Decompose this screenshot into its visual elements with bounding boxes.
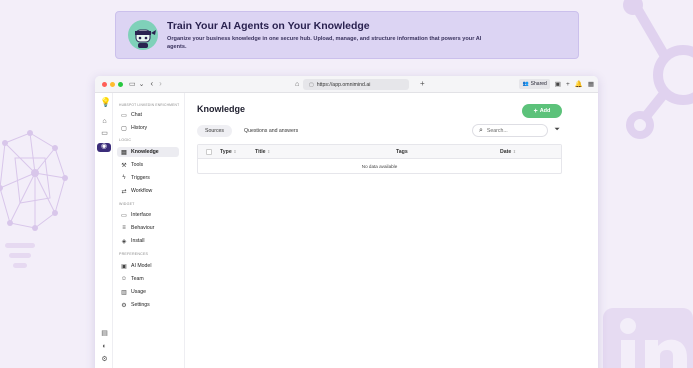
chip-icon: ▣ [121, 263, 127, 270]
flow-icon: ⇄ [121, 188, 127, 195]
main-content: Knowledge + Add Sources Questions and an… [185, 93, 598, 368]
agents-icon[interactable]: ⌂ [100, 118, 109, 126]
workspace-name: HUBSPOT LINKEDIN ENRICHMENT [119, 103, 180, 107]
inbox-icon[interactable]: ▭ [100, 130, 109, 138]
banner-title: Train Your AI Agents on Your Knowledge [167, 19, 370, 32]
add-button-label: Add [539, 108, 551, 114]
brain-network-illustration [0, 130, 68, 268]
tabs: Sources Questions and answers [197, 125, 306, 137]
sort-icon: ⇕ [512, 149, 517, 154]
sidebar: HUBSPOT LINKEDIN ENRICHMENT ▭ Chat ▢ Histo… [113, 93, 185, 368]
new-tab-icon[interactable]: + [420, 80, 425, 88]
sidebar-item-tools[interactable]: ⚒ Tools [117, 160, 179, 170]
url-text: https://app.omnimind.ai [316, 81, 371, 88]
sidebar-item-settings[interactable]: ⚙ Settings [117, 300, 179, 310]
sidebar-item-chat[interactable]: ▭ Chat [117, 110, 179, 120]
account-settings-icon[interactable]: ⚙ [100, 356, 109, 364]
tab-dropdown-icon[interactable]: ⌄ [139, 81, 145, 88]
sidebar-item-team[interactable]: ☺ Team [117, 274, 179, 284]
browser-titlebar: ▭ ⌄ ‹ › ⌂ ▢ https://app.omnimind.ai + 👥 … [95, 76, 598, 93]
filter-icon[interactable]: ⏷ [554, 126, 560, 134]
book-icon: ▤ [121, 149, 127, 156]
section-logic-title: LOGIC [119, 138, 132, 142]
chart-icon: ▥ [121, 289, 127, 296]
sidebar-toggle-icon[interactable]: ▭ [129, 81, 136, 88]
empty-state-text: No data available [361, 163, 398, 169]
home-icon[interactable]: ⌂ [295, 81, 299, 88]
column-type[interactable]: Type ⇕ [220, 149, 237, 155]
shared-button[interactable]: 👥 Shared [519, 79, 550, 89]
hubspot-logo-illustration [623, 0, 693, 139]
tabs-overview-icon[interactable]: ▦ [588, 80, 594, 88]
back-icon[interactable]: ‹ [151, 80, 154, 88]
sidebar-item-workflow[interactable]: ⇄ Workflow [117, 186, 179, 196]
column-title[interactable]: Title ⇕ [255, 149, 270, 155]
sidebar-item-interface[interactable]: ▭ Interface [117, 210, 179, 220]
section-preferences-title: PREFERENCES [119, 252, 149, 256]
history-icon: ▢ [121, 125, 127, 132]
window-icon: ▭ [121, 212, 127, 219]
sidebar-item-install[interactable]: ◈ Install [117, 236, 179, 246]
search-box[interactable]: ⌕ Search... [472, 124, 548, 137]
section-widget-title: WIDGET [119, 202, 135, 206]
cube-icon: ◈ [121, 238, 127, 245]
add-button[interactable]: + Add [522, 104, 562, 118]
lightning-icon: ϟ [122, 175, 126, 181]
sidebar-item-ai-model[interactable]: ▣ AI Model [117, 261, 179, 271]
column-tags: Tags [396, 149, 408, 155]
linkedin-logo-illustration [603, 308, 693, 368]
robot-ninja-icon [128, 20, 158, 50]
banner-subtitle: Organize your business knowledge in one … [167, 35, 482, 50]
wrench-icon: ⚒ [121, 162, 127, 169]
people-icon: 👥 [522, 81, 529, 87]
minimize-window-button[interactable] [110, 81, 115, 87]
headset-icon[interactable]: ◐ [100, 343, 109, 351]
sidebar-item-triggers[interactable]: ϟ Triggers [117, 173, 179, 183]
gift-icon[interactable]: ▤ [100, 330, 109, 338]
shared-label: Shared [530, 81, 547, 87]
sidebar-item-knowledge[interactable]: ▤ Knowledge [117, 147, 179, 157]
chat-bubble-icon: ▭ [121, 112, 127, 119]
page-title: Knowledge [197, 104, 246, 114]
sort-icon: ⇕ [233, 149, 237, 154]
site-info-icon: ▢ [309, 81, 314, 88]
column-date[interactable]: Date ⇕ [500, 149, 516, 155]
sliders-icon: ≡ [122, 225, 126, 231]
promo-banner: Train Your AI Agents on Your Knowledge O… [115, 11, 579, 59]
select-all-checkbox[interactable] [206, 149, 212, 155]
forward-icon[interactable]: › [159, 80, 162, 88]
team-icon: ☺ [120, 276, 128, 282]
knowledge-table: Type ⇕ Title ⇕ Tags Date ⇕ No data avail… [197, 144, 562, 174]
sidebar-item-history[interactable]: ▢ History [117, 123, 179, 133]
gear-icon: ⚙ [121, 302, 127, 309]
tab-questions-and-answers[interactable]: Questions and answers [236, 125, 306, 137]
bell-icon[interactable]: 🔔 [575, 80, 583, 88]
search-input[interactable]: Search... [487, 128, 508, 134]
plus-icon: + [533, 107, 538, 115]
sidebar-item-usage[interactable]: ▥ Usage [117, 287, 179, 297]
active-agent-icon[interactable]: ◉ [97, 143, 111, 152]
search-icon: ⌕ [479, 126, 483, 134]
maximize-window-button[interactable] [118, 81, 123, 87]
table-header: Type ⇕ Title ⇕ Tags Date ⇕ [198, 145, 561, 159]
icon-rail: 💡 ⌂ ▭ ◉ ▤ ◐ ⚙ [95, 93, 113, 368]
sidebar-item-behaviour[interactable]: ≡ Behaviour [117, 223, 179, 233]
share-icon[interactable]: ▣ [555, 80, 561, 88]
url-bar[interactable]: ▢ https://app.omnimind.ai [303, 79, 409, 90]
close-window-button[interactable] [102, 81, 107, 87]
lightbulb-logo-icon[interactable]: 💡 [100, 98, 111, 107]
browser-window: ▭ ⌄ ‹ › ⌂ ▢ https://app.omnimind.ai + 👥 … [95, 76, 598, 368]
sort-icon: ⇕ [267, 149, 271, 154]
new-tab-button-icon[interactable]: + [566, 81, 570, 88]
tab-sources[interactable]: Sources [197, 125, 233, 137]
